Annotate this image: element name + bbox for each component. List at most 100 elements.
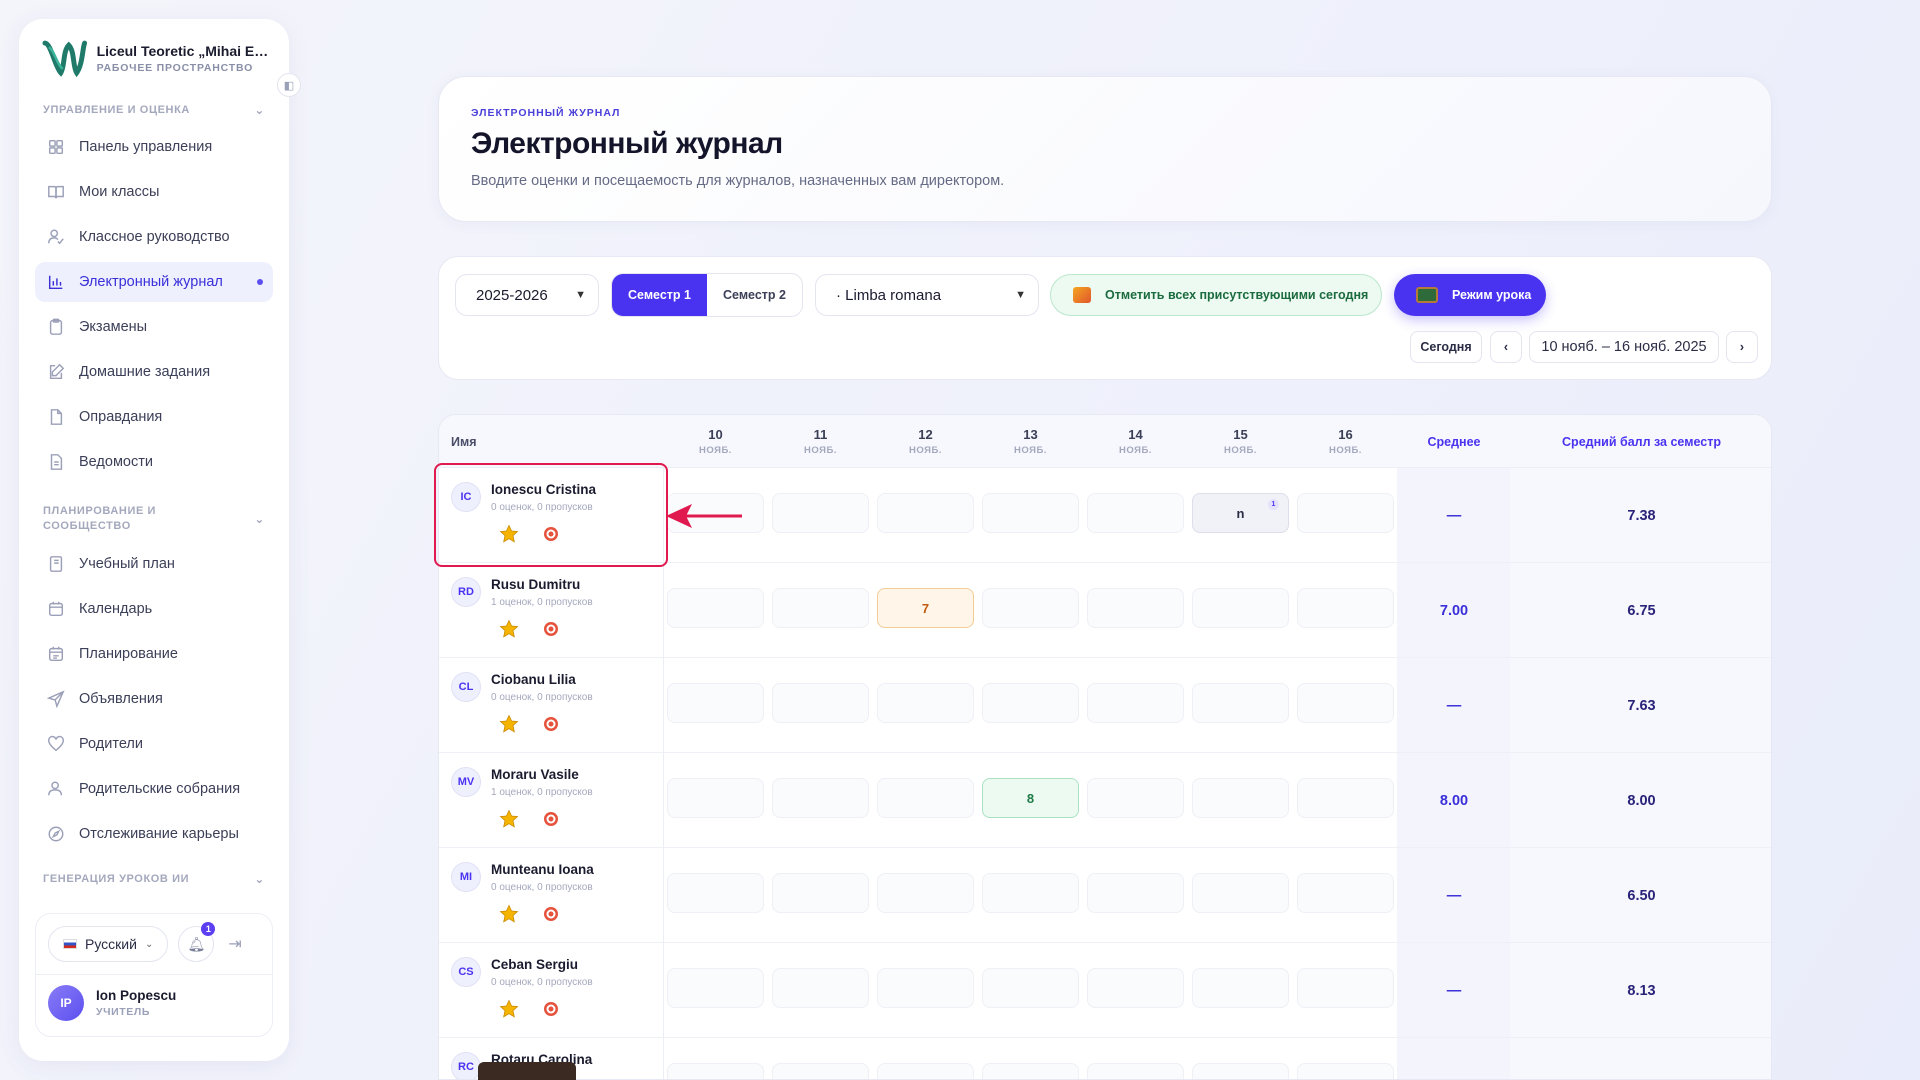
target-icon[interactable] xyxy=(543,811,559,827)
star-icon[interactable] xyxy=(499,904,519,924)
grade-cell[interactable]: 8 xyxy=(982,778,1079,818)
grade-cell[interactable] xyxy=(1297,1063,1394,1079)
brand[interactable]: Liceul Teoretic „Mihai Emi... РАБОЧЕЕ ПР… xyxy=(35,37,273,79)
grade-cell[interactable] xyxy=(1297,778,1394,818)
grade-cell[interactable] xyxy=(667,683,764,723)
grade-cell[interactable] xyxy=(1192,873,1289,913)
grade-cell[interactable] xyxy=(1297,683,1394,723)
grade-cell[interactable] xyxy=(667,588,764,628)
logout-icon[interactable]: ⇥ xyxy=(228,934,241,954)
sidebar-section-header[interactable]: ГЕНЕРАЦИЯ УРОКОВ ИИ ⌄ xyxy=(35,872,273,886)
year-select[interactable]: 2025-2026 ▼ xyxy=(455,274,599,316)
grade-cell[interactable] xyxy=(1087,1063,1184,1079)
prev-week-button[interactable]: ‹ xyxy=(1490,331,1522,363)
grade-cell[interactable]: n 1 xyxy=(1192,493,1289,533)
grade-cell[interactable] xyxy=(1192,683,1289,723)
sidebar-item-notebook[interactable]: Учебный план xyxy=(35,544,273,584)
grade-cell[interactable] xyxy=(772,588,869,628)
star-icon[interactable] xyxy=(499,714,519,734)
sidebar-section-header[interactable]: ПЛАНИРОВАНИЕ И СООБЩЕСТВО ⌄ xyxy=(35,504,273,534)
grade-cell[interactable] xyxy=(1087,873,1184,913)
student-name[interactable]: Ceban Sergiu xyxy=(491,957,578,972)
sidebar-item-send[interactable]: Объявления xyxy=(35,679,273,719)
target-icon[interactable] xyxy=(543,716,559,732)
grade-cell[interactable] xyxy=(877,1063,974,1079)
grade-cell[interactable] xyxy=(1297,873,1394,913)
grade-cell[interactable] xyxy=(982,588,1079,628)
grade-cell[interactable] xyxy=(1087,683,1184,723)
grade-cell[interactable] xyxy=(667,873,764,913)
grade-cell[interactable] xyxy=(772,873,869,913)
sidebar-item-clipboard[interactable]: Экзамены xyxy=(35,307,273,347)
grade-cell[interactable] xyxy=(772,683,869,723)
mark-all-present-button[interactable]: Отметить всех присутствующими сегодня xyxy=(1050,274,1382,316)
sidebar-item-dashboard[interactable]: Панель управления xyxy=(35,127,273,167)
highlight-box xyxy=(434,463,668,567)
sidebar-item-user-check[interactable]: Классное руководство xyxy=(35,217,273,257)
subject-select[interactable]: · Limba romana ▼ xyxy=(815,274,1039,316)
grade-cell[interactable] xyxy=(772,778,869,818)
collapse-sidebar-button[interactable]: ◧ xyxy=(277,73,301,97)
grade-cell[interactable] xyxy=(772,493,869,533)
star-icon[interactable] xyxy=(499,999,519,1019)
grade-cell[interactable] xyxy=(667,778,764,818)
sidebar-item-book[interactable]: Мои классы xyxy=(35,172,273,212)
student-name[interactable]: Ciobanu Lilia xyxy=(491,672,576,687)
tab-semester-2[interactable]: Семестр 2 xyxy=(707,274,802,316)
grade-cell[interactable] xyxy=(1192,778,1289,818)
grade-cell[interactable] xyxy=(982,493,1079,533)
grade-cell[interactable] xyxy=(982,873,1079,913)
user-profile[interactable]: IP Ion Popescu УЧИТЕЛЬ xyxy=(48,985,260,1021)
tab-semester-1[interactable]: Семестр 1 xyxy=(612,274,707,316)
today-button[interactable]: Сегодня xyxy=(1410,331,1482,363)
grade-cell[interactable] xyxy=(772,968,869,1008)
sidebar-item-calendar[interactable]: Календарь xyxy=(35,589,273,629)
grade-cell[interactable] xyxy=(1192,968,1289,1008)
sidebar-item-bar-chart[interactable]: Электронный журнал xyxy=(35,262,273,302)
student-avatar: RC xyxy=(451,1052,481,1079)
student-name[interactable]: Rusu Dumitru xyxy=(491,577,580,592)
grade-cell[interactable] xyxy=(877,493,974,533)
grade-cell[interactable] xyxy=(1297,588,1394,628)
sidebar-item-users[interactable]: Родительские собрания xyxy=(35,769,273,809)
grade-cell[interactable] xyxy=(772,1063,869,1079)
target-icon[interactable] xyxy=(543,621,559,637)
grade-cell[interactable] xyxy=(877,968,974,1008)
grade-cell[interactable] xyxy=(1297,493,1394,533)
student-name[interactable]: Moraru Vasile xyxy=(491,767,579,782)
target-icon[interactable] xyxy=(543,1001,559,1017)
grade-cell[interactable] xyxy=(877,683,974,723)
grade-cell[interactable] xyxy=(982,1063,1079,1079)
grade-cell[interactable] xyxy=(1192,588,1289,628)
sidebar-item-heart[interactable]: Родители xyxy=(35,724,273,764)
sidebar-item-compass[interactable]: Отслеживание карьеры xyxy=(35,814,273,854)
grade-cell[interactable] xyxy=(1087,968,1184,1008)
student-avatar: MI xyxy=(451,862,481,892)
star-icon[interactable] xyxy=(499,809,519,829)
sidebar-section-header[interactable]: УПРАВЛЕНИЕ И ОЦЕНКА ⌄ xyxy=(35,103,273,117)
sidebar-item-file-text[interactable]: Ведомости xyxy=(35,442,273,482)
lesson-mode-button[interactable]: Режим урока xyxy=(1394,274,1546,316)
sidebar-item-calendar-check[interactable]: Планирование xyxy=(35,634,273,674)
sidebar-item-file[interactable]: Оправдания xyxy=(35,397,273,437)
grade-cell[interactable] xyxy=(1192,1063,1289,1079)
grade-cell[interactable] xyxy=(1297,968,1394,1008)
grade-cell[interactable] xyxy=(877,778,974,818)
grade-value: 7 xyxy=(921,600,930,616)
grade-cell[interactable] xyxy=(667,1063,764,1079)
star-icon[interactable] xyxy=(499,619,519,639)
grade-cell[interactable] xyxy=(1087,493,1184,533)
student-name[interactable]: Munteanu Ioana xyxy=(491,862,594,877)
grade-cell[interactable]: 7 xyxy=(877,588,974,628)
next-week-button[interactable]: › xyxy=(1726,331,1758,363)
grade-cell[interactable] xyxy=(1087,588,1184,628)
grade-cell[interactable] xyxy=(667,968,764,1008)
grade-cell[interactable] xyxy=(982,968,1079,1008)
notifications-button[interactable]: 🔔︎ 1 xyxy=(178,922,216,962)
language-select[interactable]: Русский ⌄ xyxy=(48,926,169,962)
grade-cell[interactable] xyxy=(877,873,974,913)
sidebar-item-edit[interactable]: Домашние задания xyxy=(35,352,273,392)
grade-cell[interactable] xyxy=(1087,778,1184,818)
grade-cell[interactable] xyxy=(982,683,1079,723)
target-icon[interactable] xyxy=(543,906,559,922)
